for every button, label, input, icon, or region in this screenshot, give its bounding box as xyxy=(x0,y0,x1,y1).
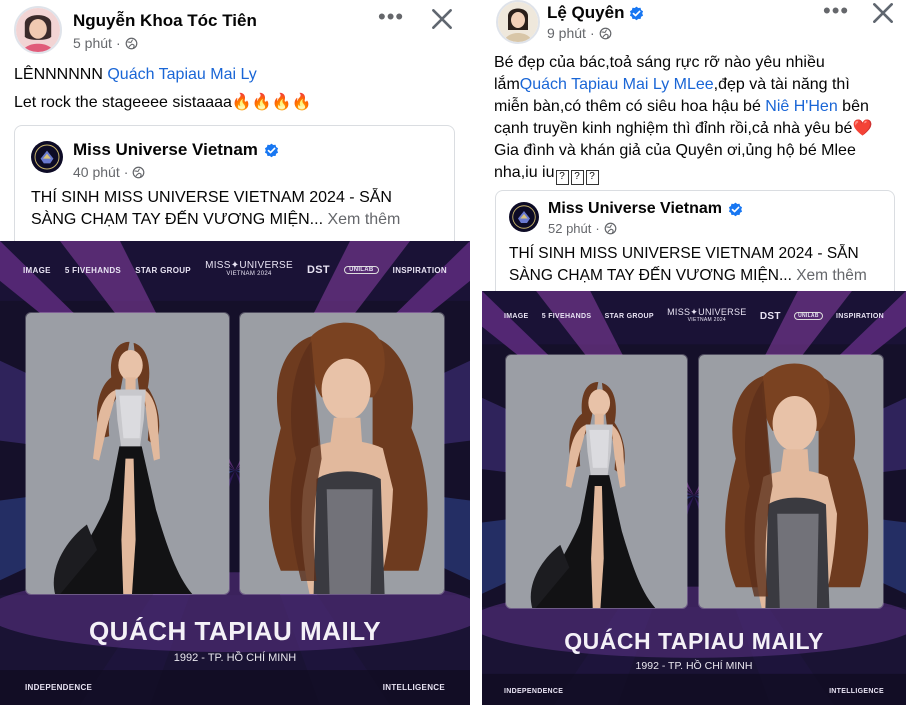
unknown-glyph-icon: ? xyxy=(555,170,569,185)
shared-post-card[interactable]: Miss Universe Vietnam 52 phút · THÍ SINH… xyxy=(495,190,895,300)
poster-tag: INSPIRATION xyxy=(392,265,447,275)
candidate-poster[interactable]: IMAGE 5 FIVEHANDS STAR GROUP MISS✦UNIVER… xyxy=(0,241,470,705)
shared-meta: 40 phút · xyxy=(73,164,145,180)
verified-badge-icon xyxy=(728,202,743,217)
poster-tag: IMAGE xyxy=(504,312,529,320)
public-globe-icon xyxy=(599,27,612,40)
shared-time[interactable]: 52 phút xyxy=(548,221,591,236)
candidate-name: QUÁCH TAPIAU MAILY xyxy=(88,616,382,646)
page-name[interactable]: Miss Universe Vietnam xyxy=(548,200,743,218)
sponsor-logo: DST xyxy=(759,310,781,322)
post-meta: 9 phút · xyxy=(547,25,612,41)
see-more-link[interactable]: Xem thêm xyxy=(327,211,400,228)
sponsor-logo: STAR GROUP xyxy=(135,265,191,275)
page-name[interactable]: Miss Universe Vietnam xyxy=(73,140,279,160)
more-horizontal-icon: ••• xyxy=(823,0,850,23)
poster-tag: IMAGE xyxy=(23,265,51,275)
author-avatar[interactable] xyxy=(496,0,540,44)
post-line: miễn bàn,có thêm có siêu hoa hậu bé Niê … xyxy=(494,98,869,115)
more-options-button[interactable]: ••• xyxy=(378,6,404,28)
mention-link[interactable]: Quách Tapiau Mai Ly MLee xyxy=(520,76,714,93)
post-right: Lệ Quyên 9 phút · ••• Bé đẹp của bác,toả… xyxy=(482,0,906,705)
shared-text: THÍ SINH MISS UNIVERSE VIETNAM 2024 - SẴ… xyxy=(31,189,401,228)
public-globe-icon xyxy=(132,166,145,179)
unknown-glyph-icon: ? xyxy=(585,170,599,185)
more-options-button[interactable]: ••• xyxy=(823,0,849,22)
post-line: lắmQuách Tapiau Mai Ly MLee,đẹp và tài n… xyxy=(494,76,850,93)
post-line: Gia đình và khán giả của Quyên ơi,ủng hộ… xyxy=(494,142,856,159)
sponsor-logo: 5 FIVEHANDS xyxy=(64,265,122,275)
sponsor-logo: STAR GROUP xyxy=(604,312,654,320)
brand-logo: MISS✦UNIVERSE VIETNAM 2024 xyxy=(667,307,747,324)
poster-footer: INDEPENDENCE INTELLIGENCE xyxy=(504,688,884,695)
page-avatar[interactable] xyxy=(31,141,63,173)
sponsor-logo: UNILAB xyxy=(794,312,823,320)
candidate-photo-portrait xyxy=(239,312,445,595)
sponsor-logo: 5 FIVEHANDS xyxy=(541,312,592,320)
brand-logo: MISS✦UNIVERSE VIETNAM 2024 xyxy=(205,260,293,278)
post-time[interactable]: 5 phút xyxy=(73,35,112,51)
sponsor-bar: IMAGE 5 FIVEHANDS STAR GROUP MISS✦UNIVER… xyxy=(0,261,470,279)
author-avatar[interactable] xyxy=(14,6,62,54)
author-name[interactable]: Lệ Quyên xyxy=(547,3,644,23)
post-time[interactable]: 9 phút xyxy=(547,25,586,41)
sponsor-logo: UNILAB xyxy=(344,266,379,274)
page-avatar[interactable] xyxy=(509,202,539,232)
candidate-name: QUÁCH TAPIAU MAILY xyxy=(564,628,824,654)
mention-link[interactable]: Quách Tapiau Mai Ly xyxy=(107,66,256,83)
public-globe-icon xyxy=(604,222,617,235)
candidate-photo-portrait xyxy=(698,354,884,609)
post-line: nha,iu iu??? xyxy=(494,162,872,185)
mention-link[interactable]: Niê H'Hen xyxy=(765,98,837,115)
author-name-text[interactable]: Nguyễn Khoa Tóc Tiên xyxy=(73,11,257,31)
post-body: Bé đẹp của bác,toả sáng rực rỡ nào yêu n… xyxy=(494,52,872,185)
unknown-glyph-icon: ? xyxy=(570,170,584,185)
sponsor-bar: IMAGE 5 FIVEHANDS STAR GROUP MISS✦UNIVER… xyxy=(482,308,906,324)
shared-post-card[interactable]: Miss Universe Vietnam 40 phút · THÍ SINH… xyxy=(14,125,455,255)
post-meta: 5 phút · xyxy=(73,35,138,51)
candidate-photo-full xyxy=(25,312,230,595)
post-line: Bé đẹp của bác,toả sáng rực rỡ nào yêu n… xyxy=(494,54,825,71)
public-globe-icon xyxy=(125,37,138,50)
verified-badge-icon xyxy=(264,143,279,158)
author-name-text[interactable]: Lệ Quyên xyxy=(547,3,624,23)
see-more-link[interactable]: Xem thêm xyxy=(796,267,867,284)
candidate-info: 1992 - TP. HỒ CHÍ MINH xyxy=(173,652,297,664)
verified-badge-icon xyxy=(629,6,644,21)
candidate-photo-full xyxy=(505,354,688,609)
sponsor-logo: DST xyxy=(307,264,330,276)
post-line: Let rock the stageeee sistaaaa🔥🔥🔥🔥 xyxy=(14,94,312,111)
shared-meta: 52 phút · xyxy=(548,221,617,236)
poster-tag: INSPIRATION xyxy=(836,312,884,320)
close-icon[interactable] xyxy=(870,0,896,26)
author-name[interactable]: Nguyễn Khoa Tóc Tiên xyxy=(73,11,257,31)
shared-time[interactable]: 40 phút xyxy=(73,164,120,180)
post-left: Nguyễn Khoa Tóc Tiên 5 phút · ••• LÊNNNN… xyxy=(0,0,472,705)
post-line: cạnh truyền kinh nghiệm thì đỉnh rồi,cả … xyxy=(494,120,873,137)
more-horizontal-icon: ••• xyxy=(378,4,405,29)
candidate-info: 1992 - TP. HỒ CHÍ MINH xyxy=(635,660,753,672)
candidate-poster[interactable]: IMAGE 5 FIVEHANDS STAR GROUP MISS✦UNIVER… xyxy=(482,291,906,705)
poster-footer: INDEPENDENCE INTELLIGENCE xyxy=(25,683,445,692)
shared-text: THÍ SINH MISS UNIVERSE VIETNAM 2024 - SẴ… xyxy=(509,245,867,284)
post-line: LÊNNNNNN Quách Tapiau Mai Ly xyxy=(14,66,257,83)
post-body: LÊNNNNNN Quách Tapiau Mai Ly Let rock th… xyxy=(14,64,312,114)
close-icon[interactable] xyxy=(429,6,455,32)
